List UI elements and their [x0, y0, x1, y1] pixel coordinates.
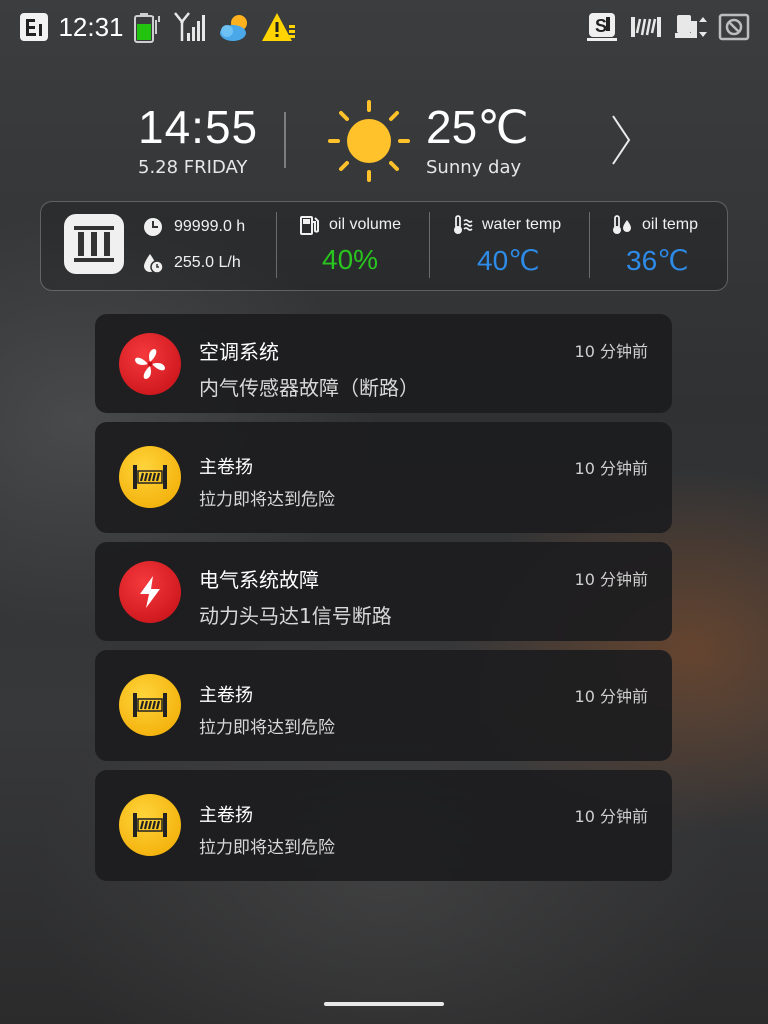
notification-message: 动力头马达1信号断路	[199, 604, 392, 628]
machine-icon	[672, 10, 712, 44]
notification-time: 10 分钟前	[574, 342, 648, 361]
status-time: 12:31	[58, 11, 124, 42]
clock-time: 14:55	[138, 101, 259, 153]
s-mode-icon: S	[584, 10, 620, 44]
notification-card[interactable]: 电气系统故障 动力头马达1信号断路 10 分钟前	[95, 542, 672, 641]
warning-icon	[260, 10, 298, 44]
water-temp-label: water temp	[482, 216, 562, 233]
notification-title: 空调系统	[199, 340, 279, 364]
fuel-consumption-icon	[142, 252, 164, 274]
lightning-icon	[119, 561, 181, 623]
panel-divider	[589, 212, 590, 278]
notification-time: 10 分钟前	[574, 687, 648, 706]
oil-volume-label: oil volume	[329, 216, 402, 233]
signal-icon	[172, 10, 208, 44]
notification-message: 拉力即将达到危险	[199, 718, 335, 738]
notification-title: 主卷扬	[199, 685, 253, 706]
clock-date: 5.28 FRIDAY	[138, 157, 248, 178]
notification-title: 电气系统故障	[199, 568, 319, 592]
water-temp-icon	[452, 214, 476, 236]
notification-message: 内气传感器故障（断路）	[199, 376, 419, 400]
water-temp-value: 40℃	[477, 245, 540, 276]
panel-divider	[276, 212, 277, 278]
weather-cloud-icon	[216, 10, 254, 44]
oil-temp-value: 36℃	[626, 245, 689, 276]
operating-hours: 99999.0 h	[174, 218, 246, 235]
e1-badge-icon	[18, 10, 50, 44]
status-bar: 12:31 S	[0, 0, 768, 54]
winch-status-icon	[628, 10, 664, 44]
divider	[284, 112, 286, 168]
oil-temp-icon	[611, 214, 635, 236]
oil-volume-value: 40%	[322, 244, 379, 275]
notification-card[interactable]: 主卷扬 拉力即将达到危险 10 分钟前	[95, 770, 672, 881]
chevron-right-icon[interactable]	[605, 110, 637, 170]
battery-charging-icon	[130, 10, 166, 44]
notification-time: 10 分钟前	[574, 807, 648, 826]
sun-icon	[328, 100, 410, 182]
oil-temp-label: oil temp	[642, 216, 699, 233]
notification-title: 主卷扬	[199, 805, 253, 826]
winch-icon	[119, 794, 181, 856]
notification-time: 10 分钟前	[574, 570, 648, 589]
fuel-consumption: 255.0 L/h	[174, 254, 241, 271]
notification-title: 主卷扬	[199, 457, 253, 478]
fuel-pump-icon	[298, 214, 320, 236]
panel-divider	[429, 212, 430, 278]
notification-message: 拉力即将达到危险	[199, 490, 335, 510]
weather-description: Sunny day	[426, 157, 522, 178]
camera-off-icon	[716, 10, 752, 44]
weather-temperature: 25℃	[426, 101, 529, 153]
svg-text:S: S	[595, 16, 607, 36]
notification-card[interactable]: 空调系统 内气传感器故障（断路） 10 分钟前	[95, 314, 672, 413]
fan-icon	[119, 333, 181, 395]
clock-icon	[142, 216, 164, 238]
winch-icon	[119, 446, 181, 508]
notification-card[interactable]: 主卷扬 拉力即将达到危险 10 分钟前	[95, 422, 672, 533]
engine-icon	[64, 214, 124, 274]
notification-card[interactable]: 主卷扬 拉力即将达到危险 10 分钟前	[95, 650, 672, 761]
home-indicator[interactable]	[324, 1002, 444, 1006]
winch-icon	[119, 674, 181, 736]
notification-message: 拉力即将达到危险	[199, 838, 335, 858]
notification-time: 10 分钟前	[574, 459, 648, 478]
